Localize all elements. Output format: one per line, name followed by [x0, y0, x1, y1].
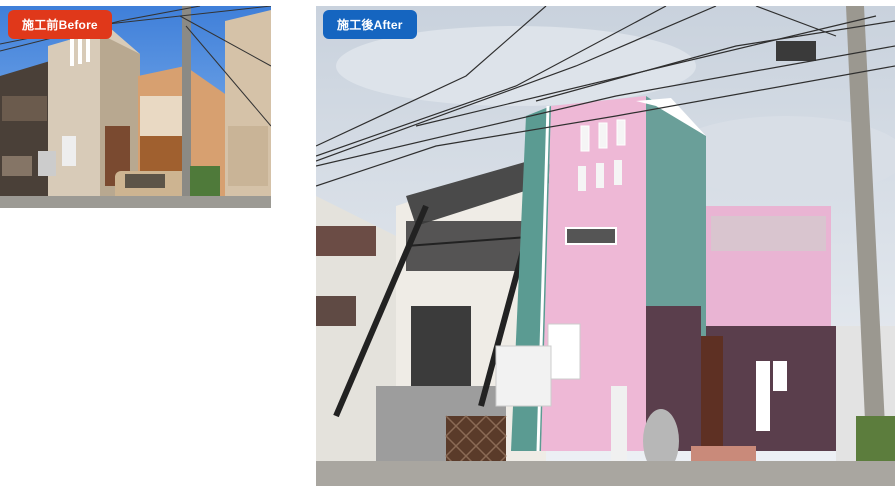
after-badge: 施工後After — [323, 10, 417, 39]
after-house-photo — [316, 6, 895, 486]
before-photo-card[interactable]: 施工前Before — [0, 6, 271, 208]
after-photo-card[interactable]: 施工後After — [316, 6, 895, 486]
before-badge: 施工前Before — [8, 10, 112, 39]
